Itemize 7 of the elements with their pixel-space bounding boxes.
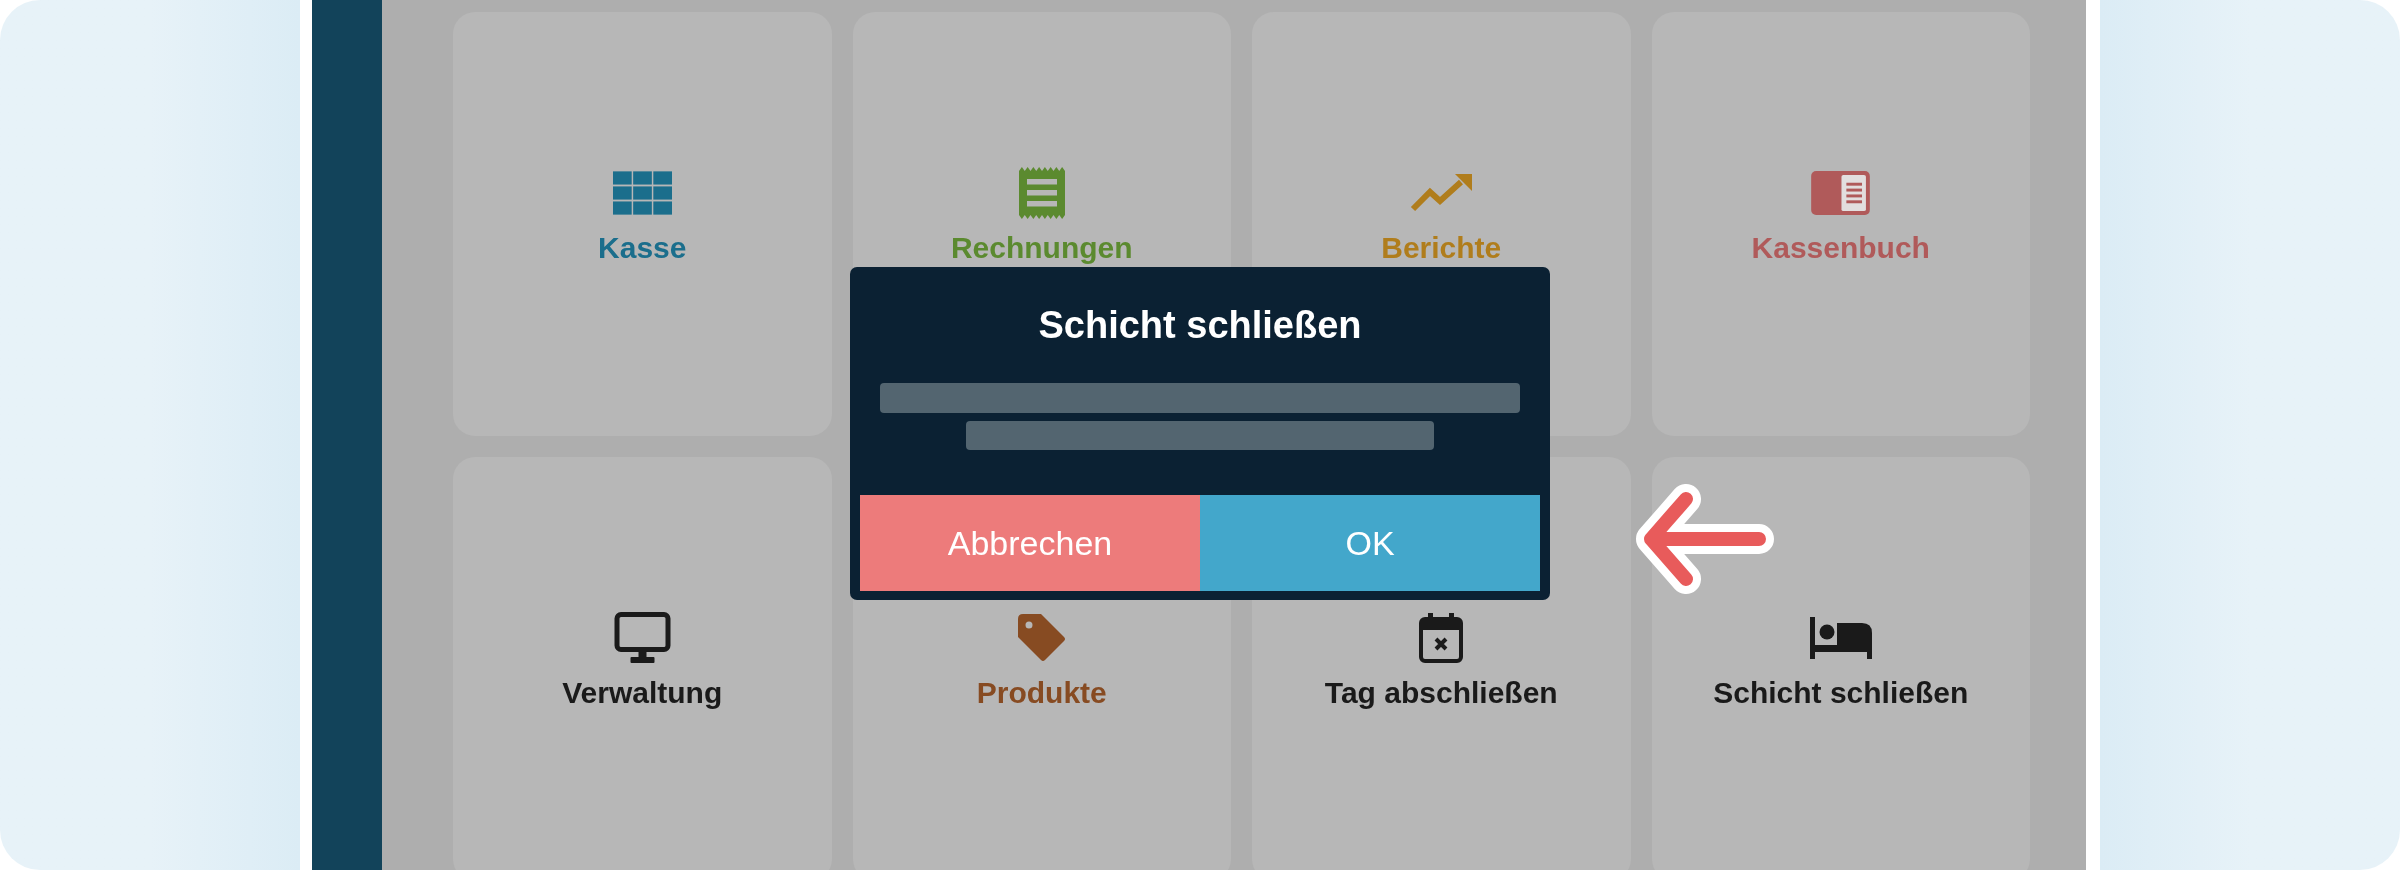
menu-tile[interactable]: Kassenbuch — [1651, 12, 2030, 436]
menu-tile[interactable]: Schicht schließen — [1651, 457, 2030, 870]
menu-tile[interactable]: Kasse — [453, 12, 832, 436]
menu-tile[interactable]: Verwaltung — [453, 457, 832, 870]
left-arrow-icon — [1634, 482, 1776, 596]
cancel-button[interactable]: Abbrechen — [860, 495, 1200, 591]
ok-button[interactable]: OK — [1200, 495, 1540, 591]
